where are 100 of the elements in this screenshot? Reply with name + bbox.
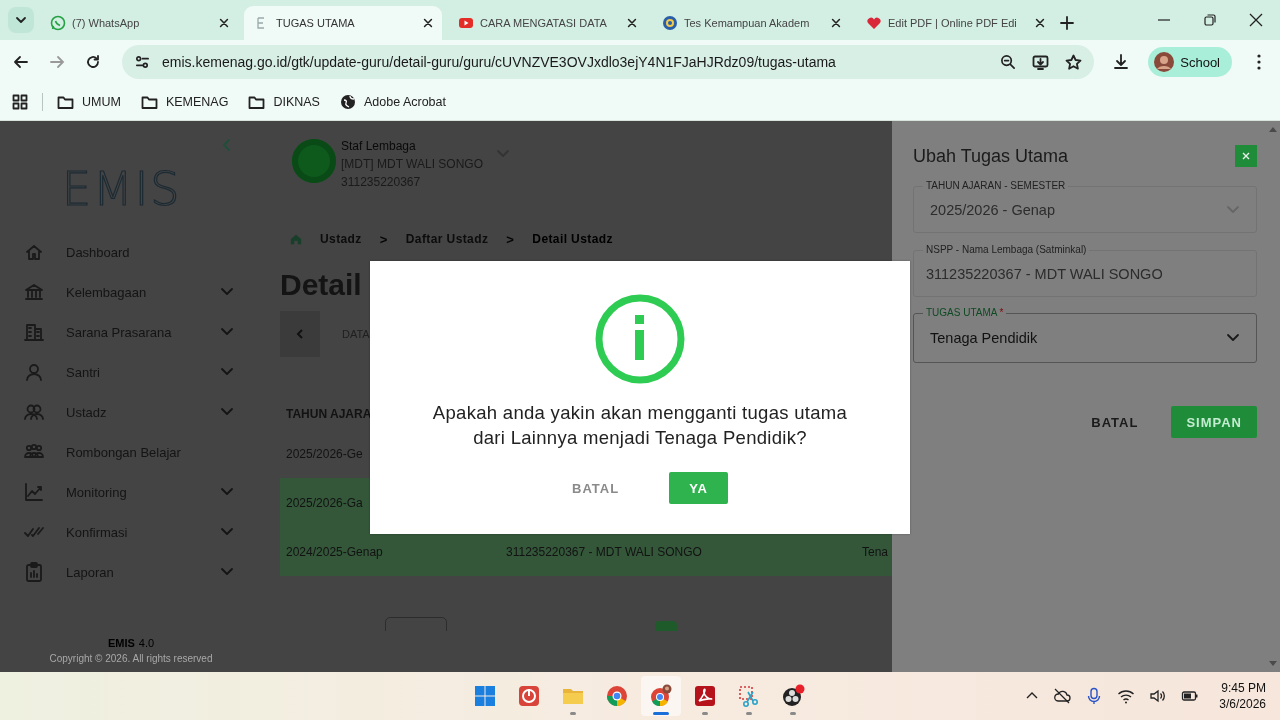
field-label: NSPP - Nama Lembaga (Satminkal)	[926, 243, 1087, 256]
browser-icon	[649, 684, 673, 708]
cloud-off-icon[interactable]	[1053, 687, 1072, 705]
table-cell: 311235220367 - MDT WALI SONGO	[506, 544, 702, 559]
browser-icon	[605, 684, 629, 708]
required-mark: *	[999, 306, 1004, 319]
close-icon	[1241, 151, 1251, 161]
running-indicator	[653, 712, 669, 715]
field-value: 311235220367 - MDT WALI SONGO	[926, 265, 1164, 282]
seal-logo-icon	[662, 15, 678, 31]
field-label: TUGAS UTAMA	[926, 306, 998, 319]
tab-search-button[interactable]	[8, 7, 34, 33]
globe-icon	[339, 94, 356, 110]
line-chart-icon	[24, 482, 44, 502]
bookmark-link[interactable]: Adobe Acrobat	[339, 94, 446, 110]
restore-icon[interactable]	[1203, 13, 1217, 27]
bookmark-link[interactable]: UMUM	[57, 94, 121, 110]
scissors-icon	[737, 684, 761, 708]
person-icon	[24, 362, 44, 382]
field-label: TAHUN AJARAN - SEMESTER	[926, 179, 1066, 192]
forward-icon[interactable]	[48, 53, 66, 71]
browser-tab[interactable]: CARA MENGATASI DATA	[448, 6, 646, 40]
running-indicator	[790, 712, 796, 715]
running-indicator	[702, 712, 708, 715]
recorder-icon	[781, 684, 805, 708]
table-cell: 2024/2025-Genap	[286, 544, 383, 559]
avatar-icon	[1154, 52, 1175, 72]
breadcrumb-separator: >	[506, 231, 515, 247]
back-icon[interactable]	[12, 53, 30, 71]
tab-title: CARA MENGATASI DATA	[480, 17, 608, 29]
table-cell: Tena	[862, 544, 889, 559]
close-icon[interactable]	[218, 17, 230, 29]
role-text: Staf Lembaga	[341, 138, 417, 155]
app-name: EMIS	[107, 637, 135, 649]
clock-button[interactable]: 9:45 PM 3/6/2026	[1219, 680, 1266, 712]
site-settings-icon[interactable]	[134, 54, 150, 70]
plus-icon[interactable]	[1060, 16, 1074, 30]
play-logo-icon	[458, 15, 474, 31]
browser-tab[interactable]: TUGAS UTAMA	[244, 6, 442, 40]
browser-tab[interactable]: Edit PDF | Online PDF Edi	[856, 6, 1054, 40]
copyright-text: Copyright © 2026. All rights reserved	[48, 653, 214, 664]
tab-title: TUGAS UTAMA	[276, 17, 356, 29]
running-indicator	[570, 712, 576, 715]
running-indicator	[746, 712, 752, 715]
bookmark-link[interactable]: DIKNAS	[248, 94, 320, 110]
save-button[interactable]: SIMPAN	[1171, 406, 1257, 438]
clipboard-icon	[24, 562, 44, 582]
field-value: 2025/2026 - Genap	[930, 201, 1056, 218]
bookmark-link[interactable]: KEMENAG	[140, 94, 229, 110]
time-text: 9:45 PM	[1221, 680, 1266, 696]
confirm-button[interactable]: YA	[669, 472, 728, 504]
install-icon[interactable]	[1032, 53, 1050, 71]
info-icon	[595, 294, 685, 384]
taskbar-app[interactable]	[641, 676, 681, 716]
bank-icon	[24, 282, 44, 302]
cancel-button[interactable]: BATAL	[1076, 406, 1154, 438]
folder-icon	[57, 94, 74, 110]
tab-title: Edit PDF | Online PDF Edi	[888, 17, 1018, 29]
speaker-icon[interactable]	[1149, 687, 1168, 705]
download-icon[interactable]	[1112, 53, 1131, 71]
close-icon[interactable]	[830, 17, 842, 29]
power-app-icon	[517, 684, 541, 708]
close-button[interactable]	[1235, 145, 1257, 167]
home-icon	[24, 242, 44, 262]
home-icon	[290, 233, 302, 245]
zoom-icon[interactable]	[1000, 54, 1017, 70]
version-text: 4.0	[138, 637, 155, 649]
pdf-app-icon	[693, 684, 717, 708]
tab-title: Tes Kemampuan Akadem	[684, 17, 811, 29]
panel-title: Ubah Tugas Utama	[913, 145, 1069, 167]
apps-grid-icon[interactable]	[12, 94, 28, 110]
close-icon[interactable]	[1034, 17, 1046, 29]
chat-logo-icon	[50, 15, 66, 31]
chevron-left-icon	[294, 328, 306, 340]
breadcrumb-link[interactable]: Detail Ustadz	[532, 232, 613, 246]
date-text: 3/6/2026	[1219, 696, 1266, 712]
windows-logo-icon	[473, 684, 497, 708]
institution-avatar	[292, 139, 336, 183]
star-icon[interactable]	[1065, 53, 1083, 71]
browser-tab[interactable]: Tes Kemampuan Akadem	[652, 6, 850, 40]
people-icon	[24, 402, 44, 422]
breadcrumb-separator: >	[379, 231, 388, 247]
field-value: Tenaga Pendidik	[930, 330, 1039, 346]
dialog-message: Apakah anda yakin akan mengganti tugas utama dari Lainnya menjadi Tenaga Pendidik?	[431, 401, 849, 450]
wifi-icon[interactable]	[1117, 687, 1136, 705]
tab-title: (7) WhatsApp	[72, 17, 141, 29]
close-icon[interactable]	[1249, 13, 1263, 27]
close-icon[interactable]	[422, 17, 434, 29]
cancel-button[interactable]: BATAL	[552, 472, 640, 504]
table-cell: 2025/2026-Ga	[286, 495, 363, 510]
buildings-icon	[24, 322, 44, 342]
folder-icon	[248, 94, 266, 110]
folder-icon	[140, 94, 158, 110]
address-bar[interactable]: emis.kemenag.go.id/gtk/update-guru/detail-guru/guru/cUVNZVE3OVJxdlo3ejY4N1FJaHJRdz09/tugas-utama	[122, 45, 1095, 79]
close-icon[interactable]	[626, 17, 638, 29]
reload-icon[interactable]	[84, 53, 102, 71]
url-text: emis.kemenag.go.id/gtk/update-guru/detail-guru/guru/cUVNZVE3OVJxdlo3ejY4N1FJaHJRdz09/tugas-utama	[162, 54, 836, 70]
browser-tab[interactable]: (7) WhatsApp	[40, 6, 238, 40]
heart-icon	[866, 15, 882, 31]
profile-button[interactable]: School	[1148, 47, 1232, 77]
